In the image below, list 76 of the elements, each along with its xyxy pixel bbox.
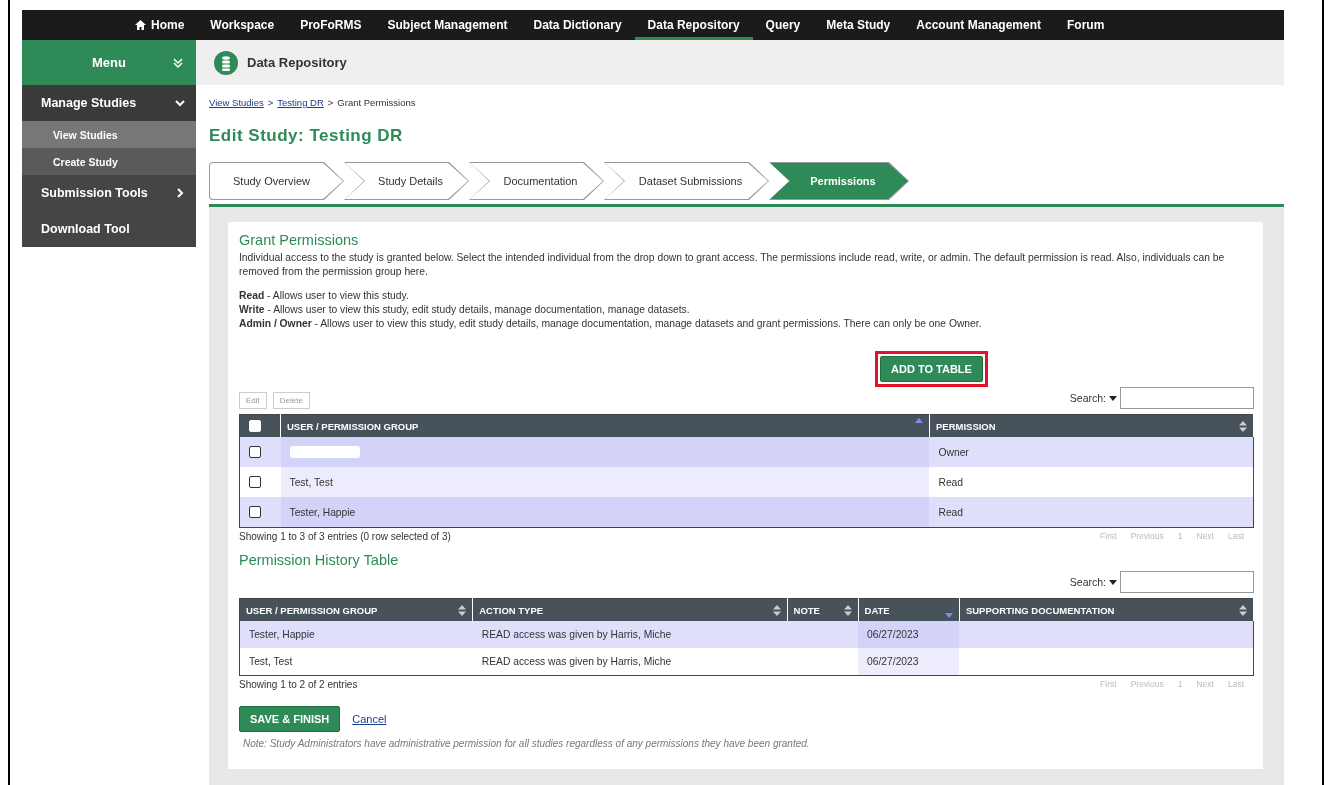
database-icon <box>214 50 238 75</box>
section-title: Grant Permissions <box>239 232 360 248</box>
menu-title: Menu <box>92 55 126 70</box>
nav-tab[interactable]: ProFoRMS <box>287 10 375 40</box>
wizard-step[interactable]: Permissions <box>769 162 909 200</box>
wizard-step[interactable]: Documentation <box>469 162 604 200</box>
search-field[interactable] <box>1120 571 1254 593</box>
redacted-name <box>289 446 360 459</box>
column-header[interactable]: ACTION TYPE <box>472 598 788 621</box>
sort-icon[interactable] <box>1239 420 1247 432</box>
row-checkbox[interactable] <box>249 476 261 489</box>
column-header[interactable]: USER / PERMISSION GROUP <box>239 598 473 621</box>
intro-text: Individual access to the study is granted below. Select the intended individual from the drop down to grant access. The permissions include read, write, or admin. The default permission is read. Also, individuals can be removed from the permission group here. <box>239 251 1226 279</box>
table-cell: Tester, Happie <box>249 629 315 640</box>
double-chevron-icon[interactable] <box>172 56 184 69</box>
breadcrumb-link[interactable]: View Studies <box>209 97 264 108</box>
nav-tab[interactable]: Home <box>122 10 198 40</box>
sort-icon[interactable] <box>772 604 781 616</box>
table-cell: READ access was given by Harris, Miche <box>481 656 672 667</box>
breadcrumb-link[interactable]: Testing DR <box>277 97 324 108</box>
nav-tab[interactable]: Forum <box>1054 10 1118 40</box>
sidebar-subitem[interactable]: View Studies <box>22 121 196 148</box>
wizard-step[interactable]: Dataset Submissions <box>604 162 769 200</box>
table-cell: Tester, Happie <box>289 506 356 518</box>
note-text: Note: Study Administrators have administrative permission for all studies regardless of any permissions they have been granted. <box>242 738 811 749</box>
definition-text: Admin / Owner - Allows user to view this study, edit study details, manage documentation, manage datasets and grant permissions. There can only be one Owner. <box>239 317 983 331</box>
sort-icon[interactable] <box>843 604 852 616</box>
nav-tab[interactable]: Meta Study <box>813 10 904 40</box>
nav-tab[interactable]: Data Dictionary <box>520 10 635 40</box>
column-header[interactable]: PERMISSION <box>929 414 1254 437</box>
search-label: Search: <box>1069 576 1106 588</box>
nav-tab[interactable]: Query <box>752 10 814 40</box>
sort-descending-icon[interactable] <box>944 613 953 618</box>
search-label: Search: <box>1069 392 1106 404</box>
sort-icon[interactable] <box>1239 604 1247 616</box>
column-header[interactable]: DATE <box>858 598 960 621</box>
sort-ascending-icon[interactable] <box>914 418 923 423</box>
breadcrumb-current[interactable]: Grant Permissions <box>337 97 416 108</box>
table-cell: Read <box>938 476 964 488</box>
column-header[interactable]: NOTE <box>787 598 858 621</box>
page-title: Edit Study: Testing DR <box>209 126 404 146</box>
table-cell: Test, Test <box>289 476 333 488</box>
table-cell: READ access was given by Harris, Miche <box>481 629 672 640</box>
table-info: Showing 1 to 2 of 2 entries <box>239 679 358 690</box>
definition-text: Write - Allows user to view this study, edit study details, manage documentation, manage datasets. <box>239 303 691 317</box>
row-checkbox[interactable] <box>249 506 261 519</box>
nav-tab[interactable]: Account Management <box>903 10 1054 40</box>
sort-icon[interactable] <box>458 604 467 616</box>
row-checkbox[interactable] <box>249 446 261 459</box>
search-field[interactable] <box>1120 387 1254 409</box>
table-info: Showing 1 to 3 of 3 entries (0 row selected of 3) <box>239 531 451 542</box>
cancel-link[interactable]: Cancel <box>352 713 387 725</box>
save-finish-button[interactable]: SAVE & FINISH <box>239 706 341 732</box>
sidebar-subitem[interactable]: Create Study <box>22 148 196 175</box>
column-header[interactable]: USER / PERMISSION GROUP <box>280 414 930 437</box>
header-title: Data Repository <box>247 55 347 70</box>
section-title: Permission History Table <box>239 552 400 568</box>
sidebar-item[interactable]: Manage Studies <box>22 85 196 121</box>
chevron-down-icon <box>174 97 186 109</box>
breadcrumb-separator: > <box>267 97 274 108</box>
table-cell: Test, Test <box>249 656 293 667</box>
add-to-table-button[interactable]: ADD TO TABLE <box>880 356 983 382</box>
wizard-step[interactable]: Study Details <box>344 162 469 200</box>
nav-tab[interactable]: Subject Management <box>374 10 521 40</box>
table-cell: 06/27/2023 <box>867 656 919 667</box>
nav-tab[interactable]: Workspace <box>197 10 288 40</box>
column-header[interactable]: SUPPORTING DOCUMENTATION <box>959 598 1254 621</box>
table-cell: Owner <box>938 446 969 458</box>
chevron-right-icon <box>174 187 186 199</box>
home-icon <box>135 20 146 30</box>
table-cell: 06/27/2023 <box>867 629 919 640</box>
select-all-checkbox[interactable] <box>249 420 261 433</box>
table-cell: Read <box>938 506 964 518</box>
wizard-step[interactable]: Study Overview <box>209 162 344 200</box>
breadcrumb-separator: > <box>327 97 334 108</box>
definition-text: Read - Allows user to view this study. <box>239 289 410 303</box>
